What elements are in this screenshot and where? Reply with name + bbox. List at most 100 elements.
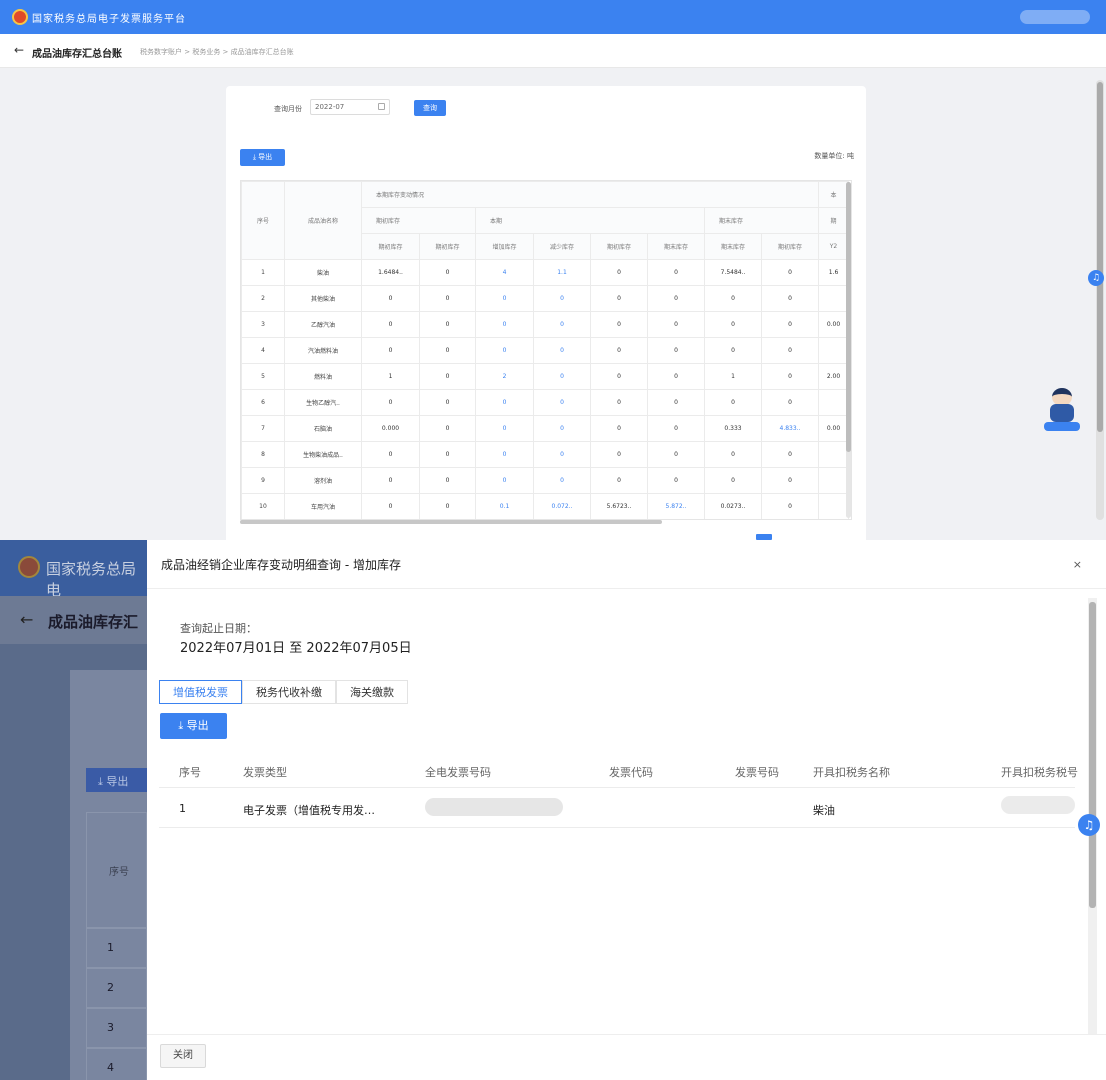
table-row[interactable]: 1 电子发票（增值税专用发… 柴油 <box>159 788 1075 828</box>
export-button[interactable]: ⤓ 导出 <box>240 149 285 166</box>
table-cell <box>818 337 849 364</box>
column-header: 期初库存 <box>761 233 819 260</box>
tab-customs-payment[interactable]: 海关缴款 <box>336 680 408 704</box>
row-seq: 4 <box>241 337 285 364</box>
table-cell[interactable]: 2 <box>475 363 534 390</box>
table-cell: 1 <box>704 363 762 390</box>
table-row[interactable]: 9 溶剂油 0 0 0 0 0 0 0 0 <box>241 467 849 494</box>
page-scrollbar[interactable] <box>1096 80 1104 520</box>
table-cell[interactable]: 0 <box>475 467 534 494</box>
table-cell[interactable]: 0 <box>475 337 534 364</box>
table-cell: 0 <box>590 467 648 494</box>
table-cell: 0.000 <box>361 415 420 442</box>
table-cell: 0.00 <box>818 311 849 338</box>
sub-header-a: 期初库存 <box>361 207 476 234</box>
headset-icon[interactable]: ♫ <box>1088 270 1104 286</box>
ledger-table: 序号 成品油名称 本期库存变动情况 本 期初库存 本期 期末库存 期 期初库存期… <box>240 180 852 520</box>
breadcrumb[interactable]: 税务数字账户 > 税务业务 > 成品油库存汇总台账 <box>140 47 294 57</box>
headset-icon[interactable]: ♫ <box>1078 814 1100 836</box>
table-cell: 0 <box>361 389 420 416</box>
table-cell[interactable]: 0 <box>475 285 534 312</box>
bg-logo-icon <box>18 556 40 578</box>
close-icon[interactable]: × <box>1073 558 1082 571</box>
table-cell[interactable]: 0 <box>533 441 591 468</box>
table-cell: 0 <box>419 311 476 338</box>
table-cell: 1.6 <box>818 259 849 286</box>
table-cell: 0.00 <box>818 415 849 442</box>
dialog-divider <box>147 588 1106 589</box>
column-header: Y2 <box>818 233 849 260</box>
table-cell: 0 <box>761 467 819 494</box>
table-row[interactable]: 5 燃料油 1 0 2 0 0 0 1 0 2.00 <box>241 363 849 390</box>
dialog-export-button[interactable]: ⤓ 导出 <box>160 713 227 739</box>
bottom-screenshot: 国家税务总局电 ← 成品油库存汇 ⤓ 导出 序号 1 2 3 4 成品油经销企业… <box>0 540 1106 1080</box>
tab-tax-collection[interactable]: 税务代收补缴 <box>242 680 336 704</box>
table-cell[interactable]: 4 <box>475 259 534 286</box>
table-cell: 0 <box>590 285 648 312</box>
table-cell: 0 <box>761 337 819 364</box>
close-button[interactable]: 关闭 <box>160 1044 206 1068</box>
column-header: 增加库存 <box>475 233 534 260</box>
table-cell[interactable]: 0 <box>475 441 534 468</box>
table-cell[interactable]: 0 <box>533 467 591 494</box>
row-oil-name: 汽油燃料油 <box>284 337 362 364</box>
row-oil-name: 生物柴油成品.. <box>284 441 362 468</box>
table-cell: 0 <box>590 337 648 364</box>
user-info[interactable] <box>1020 10 1090 24</box>
table-cell[interactable]: 0 <box>533 415 591 442</box>
row-oil-name: 石脑油 <box>284 415 362 442</box>
row-item-name: 柴油 <box>813 804 835 817</box>
bg-header: 国家税务总局电 <box>0 540 147 599</box>
date-range-value: 2022年07月01日 至 2022年07月05日 <box>180 641 412 656</box>
table-row[interactable]: 6 生物乙醇汽.. 0 0 0 0 0 0 0 0 <box>241 389 849 416</box>
redacted-invoice-no <box>425 798 563 816</box>
table-row[interactable]: 7 石脑油 0.000 0 0 0 0 0 0.333 4.833.. 0.00 <box>241 415 849 442</box>
col-tax-id: 开具扣税务税号 <box>1001 766 1078 779</box>
table-row[interactable]: 3 乙醇汽油 0 0 0 0 0 0 0 0 0.00 <box>241 311 849 338</box>
table-cell[interactable]: 0 <box>533 337 591 364</box>
table-cell: 0 <box>761 493 819 519</box>
table-row[interactable]: 10 车用汽油 0 0 0.1 0.072.. 5.6723.. 5.872.. 0.0273.… <box>241 493 849 519</box>
table-row[interactable]: 4 汽油燃料油 0 0 0 0 0 0 0 0 <box>241 337 849 364</box>
table-cell: 0 <box>590 415 648 442</box>
table-cell[interactable]: 0 <box>533 389 591 416</box>
table-cell[interactable]: 0 <box>475 415 534 442</box>
table-cell[interactable]: 0 <box>533 285 591 312</box>
back-arrow-icon[interactable]: ← <box>14 43 24 57</box>
table-cell[interactable]: 0 <box>475 389 534 416</box>
table-cell[interactable]: 1.1 <box>533 259 591 286</box>
bg-seq-header: 序号 <box>86 812 147 928</box>
table-row[interactable]: 8 生物柴油成品.. 0 0 0 0 0 0 0 0 <box>241 441 849 468</box>
table-cell[interactable]: 0.072.. <box>533 493 591 519</box>
table-cell[interactable]: 0 <box>533 363 591 390</box>
table-cell[interactable]: 0 <box>533 311 591 338</box>
table-cell <box>818 441 849 468</box>
table-cell[interactable]: 0 <box>475 311 534 338</box>
col-name: 成品油名称 <box>284 181 362 260</box>
export-label: 导出 <box>258 153 273 161</box>
assistant-mascot[interactable] <box>1044 388 1080 432</box>
row-seq: 9 <box>241 467 285 494</box>
table-cell: 0 <box>419 441 476 468</box>
table-row[interactable]: 1 柴油 1.6484.. 0 4 1.1 0 0 7.5484.. 0 1.6 <box>241 259 849 286</box>
table-cell: 0 <box>647 467 705 494</box>
table-cell: 0 <box>590 389 648 416</box>
table-cell: 0 <box>761 389 819 416</box>
table-cell: 0 <box>361 285 420 312</box>
table-cell: 0 <box>647 363 705 390</box>
table-vertical-scrollbar[interactable] <box>846 182 851 518</box>
query-button[interactable]: 查询 <box>414 100 446 116</box>
row-seq: 5 <box>241 363 285 390</box>
source-tabs: 增值税发票 税务代收补缴 海关缴款 <box>159 680 408 704</box>
sub-header-b: 本期 <box>475 207 705 234</box>
table-horizontal-scrollbar[interactable] <box>240 520 662 524</box>
row-oil-name: 生物乙醇汽.. <box>284 389 362 416</box>
table-row[interactable]: 2 其他柴油 0 0 0 0 0 0 0 0 <box>241 285 849 312</box>
query-month-input[interactable]: 2022-07 <box>310 99 390 115</box>
table-cell[interactable]: 0.1 <box>475 493 534 519</box>
tab-vat-invoice[interactable]: 增值税发票 <box>159 680 242 704</box>
table-cell: 5.6723.. <box>590 493 648 519</box>
table-cell: 0 <box>761 285 819 312</box>
table-cell: 0 <box>361 311 420 338</box>
dialog-footer-divider <box>147 1034 1106 1035</box>
